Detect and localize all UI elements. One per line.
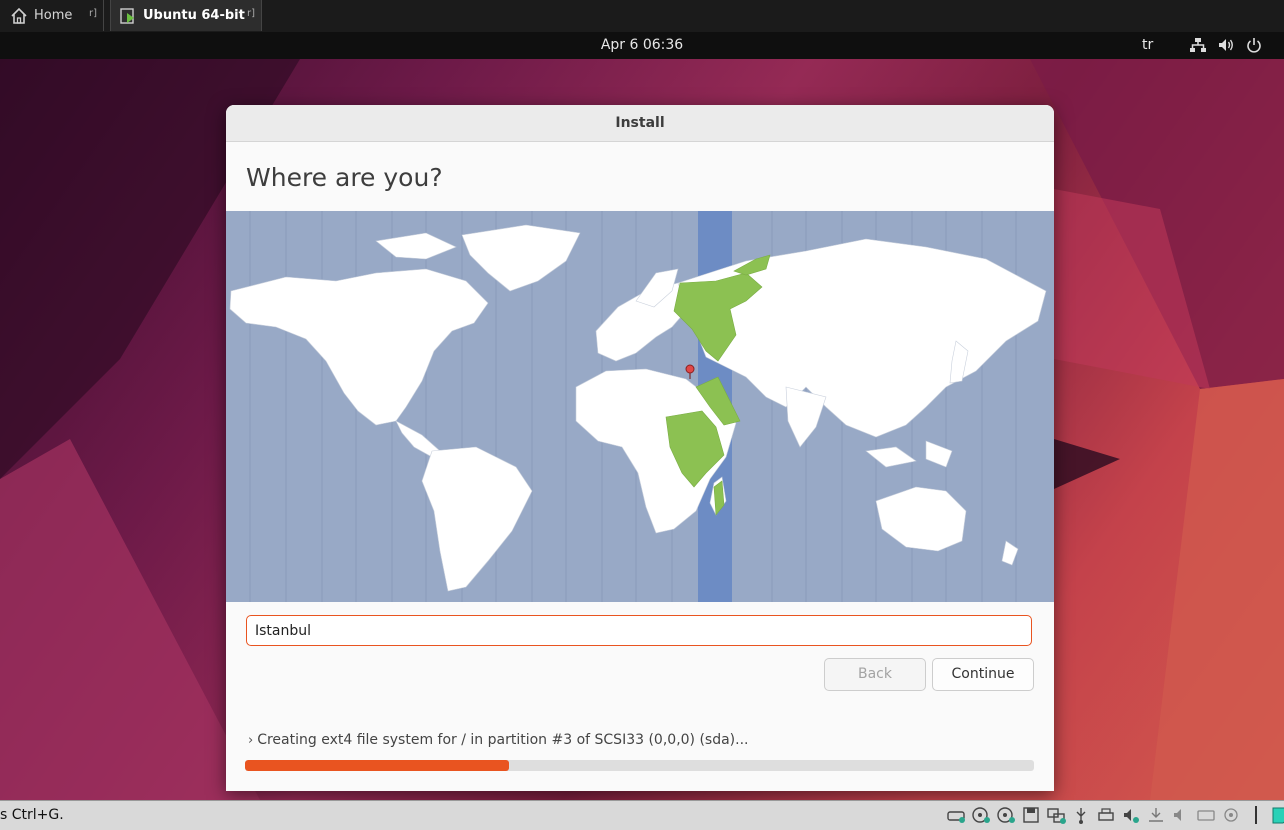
timezone-search-input[interactable]: [246, 615, 1032, 646]
cd-drive-2-icon[interactable]: [996, 806, 1016, 824]
continue-button[interactable]: Continue: [932, 658, 1034, 691]
vm-status-bar: s Ctrl+G.: [0, 800, 1284, 830]
installer-window: Install Where are you? Istanbul Back Con…: [226, 105, 1054, 791]
install-progress-fill: [245, 760, 509, 771]
home-icon: [11, 7, 27, 24]
clock[interactable]: Apr 6 06:36: [0, 37, 1284, 53]
vm-tab-bar: Home r] Ubuntu 64-bit r]: [0, 0, 1284, 33]
page-title: Where are you?: [246, 163, 443, 192]
ubuntu-top-bar: Apr 6 06:36 tr: [0, 32, 1284, 59]
separator-divider: [1246, 806, 1266, 824]
volume-icon[interactable]: [1216, 36, 1236, 54]
vm-device-icons[interactable]: [946, 806, 1284, 824]
progress-status-text: Creating ext4 file system for / in parti…: [257, 732, 749, 748]
floppy-icon[interactable]: [1021, 806, 1041, 824]
keyboard-icon[interactable]: [1196, 806, 1216, 824]
vm-note-icon[interactable]: [1271, 806, 1284, 824]
vm-play-icon: [120, 7, 134, 24]
hard-disk-icon[interactable]: [946, 806, 966, 824]
keyboard-layout-indicator[interactable]: tr: [1142, 37, 1153, 53]
cd-drive-icon[interactable]: [971, 806, 991, 824]
power-icon[interactable]: [1244, 36, 1264, 54]
printer-icon[interactable]: [1096, 806, 1116, 824]
back-button[interactable]: Back: [824, 658, 926, 691]
download-icon[interactable]: [1146, 806, 1166, 824]
tab-ubuntu-vm[interactable]: Ubuntu 64-bit r]: [110, 0, 262, 31]
tab-home-close[interactable]: r]: [89, 8, 97, 19]
tab-ubuntu-close[interactable]: r]: [247, 8, 255, 19]
usb-icon[interactable]: [1071, 806, 1091, 824]
speaker-icon[interactable]: [1171, 806, 1191, 824]
network-adapter-icon[interactable]: [1046, 806, 1066, 824]
tab-ubuntu-label: Ubuntu 64-bit: [143, 8, 245, 23]
webcam-icon[interactable]: [1221, 806, 1241, 824]
tab-home[interactable]: Home r]: [0, 0, 104, 31]
chevron-right-icon[interactable]: ›: [248, 733, 253, 748]
window-title: Install: [226, 105, 1054, 142]
tab-home-label: Home: [34, 8, 73, 23]
timezone-map[interactable]: [226, 211, 1054, 602]
status-hint: s Ctrl+G.: [0, 807, 64, 823]
system-tray[interactable]: [1188, 36, 1264, 54]
progress-status[interactable]: › Creating ext4 file system for / in part…: [248, 732, 749, 748]
install-progress-bar: [245, 760, 1034, 771]
network-icon[interactable]: [1188, 36, 1208, 54]
sound-card-icon[interactable]: [1121, 806, 1141, 824]
